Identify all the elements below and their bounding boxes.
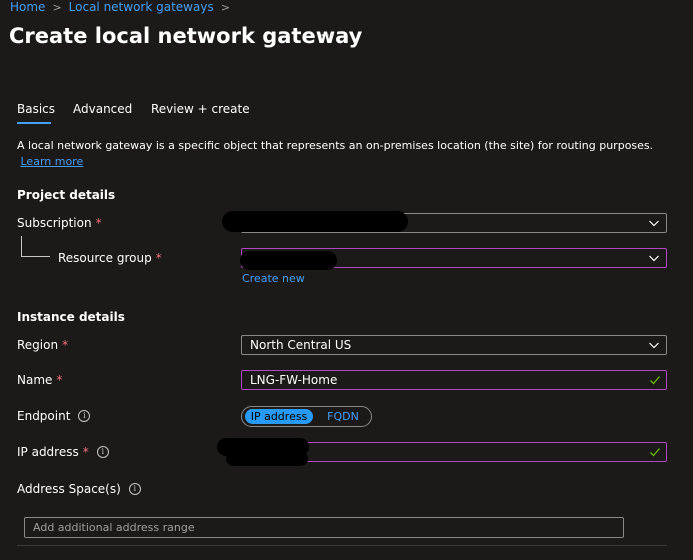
- region-label: Region *: [17, 338, 68, 352]
- page-description: A local network gateway is a specific ob…: [17, 138, 667, 170]
- address-space-label: Address Space(s) i: [17, 482, 141, 496]
- chevron-right-icon: >: [52, 0, 62, 14]
- endpoint-option-fqdn[interactable]: FQDN: [320, 409, 366, 424]
- breadcrumb-home[interactable]: Home: [10, 0, 45, 14]
- name-label-text: Name: [17, 373, 53, 387]
- resource-group-label-text: Resource group: [58, 251, 152, 265]
- description-text: A local network gateway is a specific ob…: [17, 139, 654, 152]
- learn-more-link[interactable]: Learn more: [21, 155, 84, 168]
- name-label: Name *: [17, 373, 62, 387]
- required-marker: *: [95, 216, 102, 230]
- endpoint-label: Endpoint i: [17, 409, 91, 423]
- endpoint-option-ip-address[interactable]: IP address: [245, 409, 313, 424]
- redacted-resource-group-value: [240, 251, 337, 270]
- create-lng-page: Home > Local network gateways > Create l…: [0, 0, 693, 560]
- breadcrumb-local-network-gateways[interactable]: Local network gateways: [69, 0, 214, 14]
- checkmark-icon: [650, 376, 660, 385]
- info-icon[interactable]: i: [78, 410, 91, 422]
- subscription-label: Subscription *: [17, 216, 102, 230]
- chevron-down-icon: [649, 220, 659, 227]
- instance-details-heading: Instance details: [17, 310, 125, 324]
- required-marker: *: [56, 373, 63, 387]
- info-icon[interactable]: i: [96, 446, 109, 458]
- project-details-heading: Project details: [17, 188, 116, 202]
- tab-advanced[interactable]: Advanced: [73, 102, 132, 116]
- required-marker: *: [155, 251, 162, 265]
- redacted-ip-address-value-2: [226, 451, 308, 466]
- name-input[interactable]: LNG-FW-Home: [241, 370, 667, 390]
- page-title: Create local network gateway: [9, 24, 363, 48]
- ip-address-label: IP address * i: [17, 445, 109, 459]
- ip-address-label-text: IP address: [17, 445, 79, 459]
- required-marker: *: [82, 445, 89, 459]
- tab-basics[interactable]: Basics: [17, 102, 55, 116]
- checkmark-icon: [650, 448, 660, 457]
- region-label-text: Region: [17, 338, 59, 352]
- endpoint-label-text: Endpoint: [17, 409, 71, 423]
- subscription-label-text: Subscription: [17, 216, 92, 230]
- tab-review-create[interactable]: Review + create: [151, 102, 250, 116]
- region-value: North Central US: [250, 338, 352, 352]
- address-space-label-text: Address Space(s): [17, 482, 121, 496]
- address-range-input[interactable]: [24, 517, 624, 538]
- name-value: LNG-FW-Home: [250, 373, 338, 387]
- tree-connector-horizontal: [21, 256, 50, 257]
- create-new-resource-group-link[interactable]: Create new: [242, 272, 305, 285]
- required-marker: *: [62, 338, 69, 352]
- redacted-subscription-value: [222, 211, 408, 232]
- divider: [17, 545, 667, 546]
- chevron-down-icon: [649, 255, 659, 262]
- region-dropdown[interactable]: North Central US: [241, 335, 667, 355]
- chevron-down-icon: [649, 342, 659, 349]
- more-options-icon[interactable]: ···: [320, 28, 336, 44]
- active-tab-indicator: [17, 122, 51, 124]
- info-icon[interactable]: i: [128, 483, 141, 495]
- chevron-right-icon: >: [220, 0, 230, 14]
- resource-group-label: Resource group *: [58, 251, 162, 265]
- tree-connector-vertical: [21, 236, 22, 256]
- breadcrumb: Home > Local network gateways >: [10, 0, 237, 14]
- endpoint-toggle: IP address FQDN: [241, 406, 372, 427]
